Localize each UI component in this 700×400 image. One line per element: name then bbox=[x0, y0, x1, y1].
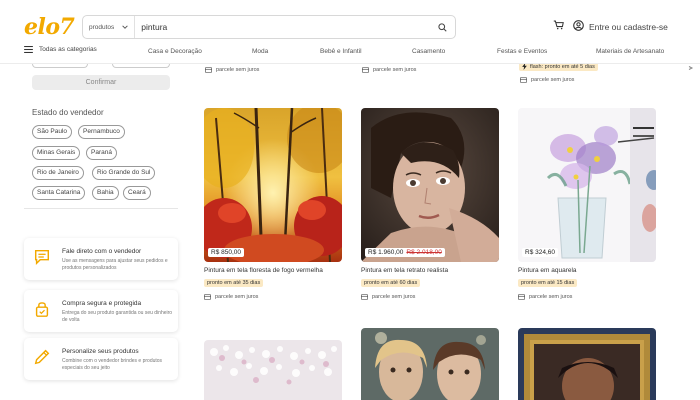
login-link[interactable]: Entre ou cadastre-se bbox=[589, 22, 668, 32]
chip-parana[interactable]: Paraná bbox=[86, 146, 117, 160]
product-title[interactable]: Pintura em tela retrato realista bbox=[361, 267, 448, 274]
installments-badge: parcele sem juros bbox=[361, 294, 415, 300]
sidebar-divider bbox=[24, 208, 178, 209]
installments-text: parcele sem juros bbox=[216, 67, 260, 73]
product-image-two-women[interactable] bbox=[361, 328, 499, 400]
nav-item-moda[interactable]: Moda bbox=[252, 48, 268, 55]
product-image-forest[interactable] bbox=[204, 108, 342, 262]
product-image-blossoms[interactable] bbox=[204, 340, 342, 400]
nav-item-festas[interactable]: Festas e Eventos bbox=[497, 48, 547, 55]
card-icon bbox=[520, 77, 527, 83]
all-categories-label: Todas as categorias bbox=[39, 46, 97, 53]
nav-item-bebe[interactable]: Bebê e Infantil bbox=[320, 48, 362, 55]
chip-pernambuco[interactable]: Pernambuco bbox=[78, 125, 125, 139]
promo-card-personalize: Personalize seus produtos Combine com o … bbox=[24, 338, 178, 380]
price-value: R$ 324,60 bbox=[525, 249, 555, 256]
promo-card-chat: Fale direto com o vendedor Use as mensag… bbox=[24, 238, 178, 280]
promo-title: Fale direto com o vendedor bbox=[62, 248, 142, 255]
price-tag: R$ 324,60 bbox=[522, 248, 558, 257]
chip-santa-catarina[interactable]: Santa Catarina bbox=[32, 186, 86, 200]
promo-desc: Combine com o vendedor brindes e produto… bbox=[62, 358, 163, 371]
search-input[interactable] bbox=[135, 16, 429, 38]
installments-badge: parcele sem juros bbox=[362, 67, 416, 73]
search-scope-select[interactable]: produtos bbox=[83, 16, 136, 38]
installments-badge: parcele sem juros bbox=[520, 77, 574, 83]
promo-card-secure: Compra segura e protegida Entrega do seu… bbox=[24, 290, 178, 332]
lightning-icon bbox=[522, 63, 527, 70]
shipping-badge: pronto em até 60 dias bbox=[361, 279, 421, 287]
pencil-icon bbox=[34, 349, 50, 365]
chip-rio-grande-do-sul[interactable]: Rio Grande do Sul bbox=[92, 166, 156, 180]
price-value: R$ 850,00 bbox=[211, 249, 241, 256]
chevron-right-icon[interactable] bbox=[688, 66, 694, 70]
promo-title: Compra segura e protegida bbox=[62, 300, 142, 307]
product-image-portrait[interactable] bbox=[361, 108, 499, 262]
search-bar: produtos bbox=[82, 15, 456, 39]
card-icon bbox=[361, 294, 368, 300]
promo-desc: Use as mensagens para ajustar seus pedid… bbox=[62, 258, 168, 271]
chat-icon bbox=[34, 249, 50, 266]
nav-item-materiais[interactable]: Materiais de Artesanato bbox=[596, 48, 664, 55]
search-scope-label: produtos bbox=[89, 23, 115, 31]
user-icon[interactable] bbox=[573, 20, 584, 31]
chip-sao-paulo[interactable]: São Paulo bbox=[32, 125, 72, 139]
chip-bahia[interactable]: Bahia bbox=[92, 186, 119, 200]
installments-text: parcele sem juros bbox=[531, 77, 575, 83]
installments-text: parcele sem juros bbox=[529, 294, 573, 300]
nav-item-casa[interactable]: Casa e Decoração bbox=[148, 48, 202, 55]
installments-badge: parcele sem juros bbox=[518, 294, 572, 300]
all-categories-button[interactable]: Todas as categorias bbox=[24, 46, 97, 53]
header: elo7 produtos Entre ou cadastre-se Todas… bbox=[0, 0, 700, 64]
old-price: R$ 2.018,00 bbox=[406, 249, 442, 256]
chevron-down-icon bbox=[122, 25, 129, 29]
lock-icon bbox=[35, 302, 49, 317]
installments-badge: parcele sem juros bbox=[205, 67, 259, 73]
installments-text: parcele sem juros bbox=[372, 294, 416, 300]
product-image-watercolor[interactable] bbox=[518, 108, 656, 262]
confirm-button[interactable]: Confirmar bbox=[32, 75, 170, 90]
chip-rio-de-janeiro[interactable]: Rio de Janeiro bbox=[32, 166, 84, 180]
card-icon bbox=[204, 294, 211, 300]
chip-minas-gerais[interactable]: Minas Gerais bbox=[32, 146, 81, 160]
price-tag: R$ 1.960,00 R$ 2.018,00 bbox=[365, 248, 445, 257]
installments-badge: parcele sem juros bbox=[204, 294, 258, 300]
shipping-badge: pronto em até 35 dias bbox=[204, 279, 264, 287]
chip-ceara[interactable]: Ceará bbox=[123, 186, 151, 200]
card-icon bbox=[362, 67, 369, 73]
promo-desc: Entrega do seu produto garantida ou seu … bbox=[62, 310, 173, 323]
product-image-framed[interactable] bbox=[518, 328, 656, 400]
seller-state-title: Estado do vendedor bbox=[32, 108, 104, 117]
card-icon bbox=[205, 67, 212, 73]
search-button[interactable] bbox=[429, 16, 455, 38]
category-nav: Todas as categorias Casa e Decoração Mod… bbox=[0, 44, 700, 62]
flash-text: flash: pronto em até 5 dias bbox=[530, 63, 595, 70]
card-icon bbox=[518, 294, 525, 300]
price-tag: R$ 850,00 bbox=[208, 248, 244, 257]
installments-text: parcele sem juros bbox=[373, 67, 417, 73]
product-title[interactable]: Pintura em tela floresta de fogo vermelh… bbox=[204, 267, 323, 274]
installments-text: parcele sem juros bbox=[215, 294, 259, 300]
nav-item-casamento[interactable]: Casamento bbox=[412, 48, 445, 55]
logo[interactable]: elo7 bbox=[24, 14, 75, 40]
product-title[interactable]: Pintura em aquarela bbox=[518, 267, 577, 274]
menu-icon bbox=[24, 46, 33, 53]
price-value: R$ 1.960,00 bbox=[368, 249, 404, 256]
search-icon bbox=[437, 22, 447, 32]
promo-title: Personalize seus produtos bbox=[62, 348, 139, 355]
shipping-badge: pronto em até 15 dias bbox=[518, 279, 578, 287]
cart-icon[interactable] bbox=[553, 20, 564, 30]
